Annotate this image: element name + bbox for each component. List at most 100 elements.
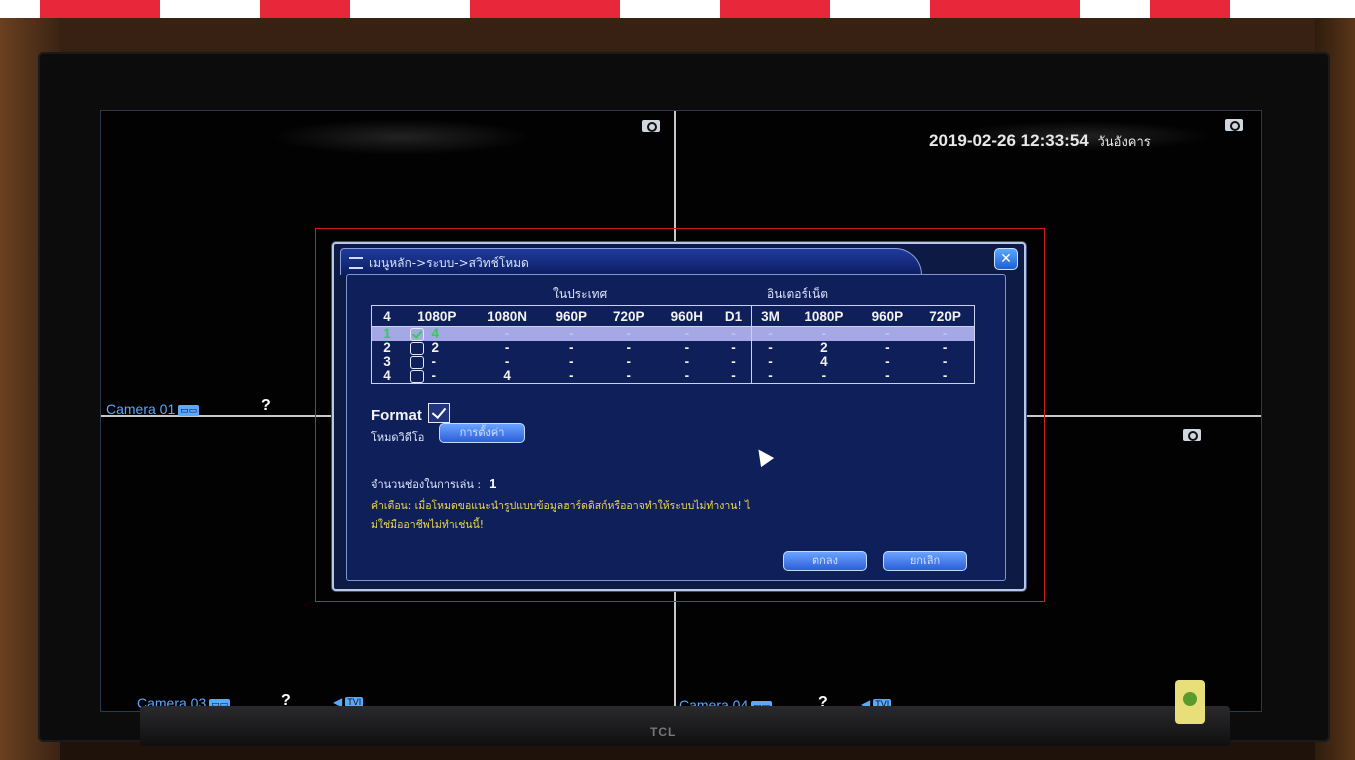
cell: - — [858, 326, 917, 341]
energy-label-icon — [1183, 692, 1197, 706]
cell: - — [885, 368, 890, 383]
cell: - — [885, 340, 890, 355]
cell: 2 — [431, 340, 440, 355]
cell: - — [626, 340, 631, 355]
cell: - — [750, 369, 790, 384]
record-icon: ▭▭ — [178, 405, 200, 416]
cell: - — [684, 354, 690, 369]
row-checkbox[interactable] — [410, 341, 424, 355]
warning-line: ม่ใช่มืออาชีพไม่ทำเช่นนี้! — [371, 519, 484, 531]
screen-glare — [271, 119, 531, 155]
camera-name: Camera 01 — [106, 401, 176, 417]
row-checkbox-cell[interactable]: 2 — [402, 341, 472, 355]
weekday-value: วันอังคาร — [1097, 134, 1151, 149]
row-checkbox[interactable] — [410, 369, 424, 383]
format-row: Format — [371, 403, 450, 424]
video-mode-label: โหมดวิดีโอ — [371, 431, 425, 444]
cell: 2 — [820, 340, 828, 355]
datetime-value: 2019-02-26 12:33:54 — [929, 131, 1089, 150]
video-mode-settings-button[interactable]: การตั้งค่า — [439, 423, 525, 443]
cell: - — [885, 354, 890, 369]
row-checkbox-cell[interactable]: - — [402, 369, 472, 384]
cell: - — [684, 368, 690, 383]
camera-label-01[interactable]: Camera 01 ▭▭ — [106, 401, 200, 417]
cell: - — [942, 368, 948, 383]
cell: - — [568, 368, 574, 383]
cell: 4 — [431, 326, 440, 341]
mode-row-4[interactable]: 4 - 4 - - - - - - - - — [372, 369, 975, 384]
menu-icon — [349, 257, 363, 269]
cell: - — [750, 355, 790, 369]
cell: - — [431, 354, 437, 369]
cell: - — [916, 326, 975, 341]
close-button[interactable]: ✕ — [994, 248, 1018, 270]
snapshot-camera-icon[interactable] — [1225, 119, 1243, 131]
top-banner — [0, 0, 1355, 18]
cell: - — [731, 340, 736, 355]
cell: - — [750, 326, 790, 341]
mode-row-2[interactable]: 2 2 - - - - - - 2 - - — [372, 341, 975, 355]
row-number: 1 — [371, 326, 402, 341]
cell: - — [657, 326, 717, 341]
cell: - — [684, 340, 690, 355]
snapshot-camera-icon[interactable] — [1183, 429, 1201, 441]
mode-row-1[interactable]: 1 4 - - - - - - - - - — [371, 326, 975, 341]
cell: - — [599, 326, 658, 341]
cell: - — [626, 354, 631, 369]
ok-button[interactable]: ตกลง — [783, 551, 867, 571]
dialog-title: เมนูหลัก->ระบบ->สวิทช์โหมด — [369, 256, 529, 270]
cell: - — [731, 354, 736, 369]
cell: - — [542, 326, 600, 341]
dialog-titlebar[interactable]: เมนูหลัก->ระบบ->สวิทช์โหมด — [340, 248, 922, 275]
cell: - — [568, 340, 574, 355]
header-cell: 960P — [858, 305, 917, 327]
header-cell: D1 — [716, 305, 752, 327]
row-number: 3 — [383, 354, 391, 369]
cell: - — [431, 368, 437, 383]
warning-line: คำเตือน: เมื่อโหมดขอแนะนำรูปแบบข้อมูลฮาร… — [371, 500, 751, 512]
cell: - — [731, 368, 736, 383]
cancel-button[interactable]: ยกเลิก — [883, 551, 967, 571]
header-cell: 720P — [916, 305, 975, 327]
mode-table-header: 4 1080P 1080N 960P 720P 960H D1 3M 1080P… — [371, 305, 975, 327]
cell: 4 — [503, 368, 511, 383]
cell: - — [504, 354, 510, 369]
group-domestic-label: ในประเทศ — [553, 287, 608, 301]
datetime-overlay: 2019-02-26 12:33:54 วันอังคาร — [929, 131, 1151, 152]
group-internet-label: อินเตอร์เน็ต — [767, 287, 829, 301]
switch-mode-dialog: เมนูหลัก->ระบบ->สวิทช์โหมด ✕ ในประเทศ อิ… — [332, 242, 1026, 591]
cell: - — [750, 341, 790, 355]
cell: - — [789, 326, 859, 341]
energy-label-sticker — [1175, 680, 1205, 724]
format-checkbox[interactable] — [427, 403, 450, 423]
mode-table: 4 1080P 1080N 960P 720P 960H D1 3M 1080P… — [371, 305, 975, 384]
cell: - — [504, 340, 510, 355]
help-icon[interactable]: ? — [261, 397, 271, 415]
header-cell: 960H — [657, 305, 717, 327]
monitor-bezel-bottom — [140, 706, 1230, 746]
row-checkbox-cell[interactable]: - — [402, 355, 472, 369]
cell: - — [942, 354, 948, 369]
channels-label: จำนวนช่องในการเล่น : — [371, 478, 482, 491]
cell: 4 — [820, 354, 828, 369]
row-number: 2 — [383, 340, 391, 355]
row-checkbox-cell[interactable]: 4 — [402, 326, 472, 341]
row-checkbox[interactable] — [410, 327, 424, 341]
monitor-brand: TCL — [650, 725, 677, 739]
header-cell: 720P — [599, 305, 658, 327]
header-cell: 4 — [371, 305, 402, 327]
header-cell: 1080P — [402, 305, 472, 327]
row-checkbox[interactable] — [410, 355, 424, 369]
mode-row-3[interactable]: 3 - - - - - - - 4 - - — [372, 355, 975, 369]
channels-row: จำนวนช่องในการเล่น : 1 — [371, 475, 496, 493]
header-cell: 960P — [542, 305, 600, 327]
cell: - — [568, 354, 574, 369]
cell: - — [821, 368, 827, 383]
cell: - — [626, 368, 631, 383]
snapshot-camera-icon[interactable] — [642, 120, 660, 132]
header-cell: 3M — [750, 305, 790, 327]
row-number: 4 — [383, 368, 391, 383]
cell: - — [942, 340, 948, 355]
cell: - — [716, 326, 752, 341]
header-cell: 1080P — [789, 305, 859, 327]
